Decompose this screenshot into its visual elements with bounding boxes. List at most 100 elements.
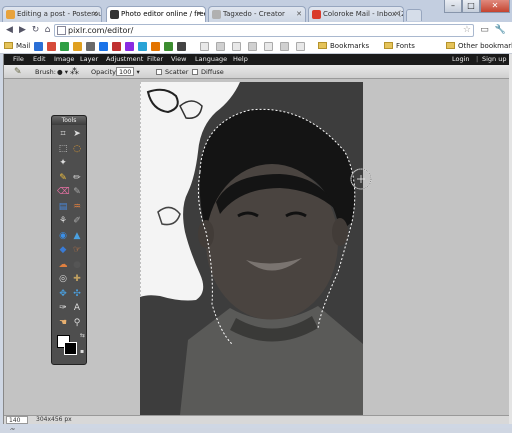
bookmark-site-icon[interactable]: [164, 42, 173, 51]
close-window-button[interactable]: ✕: [480, 0, 510, 13]
diffuse-checkbox[interactable]: Diffuse: [192, 65, 224, 79]
brush-icon[interactable]: ✏: [71, 172, 83, 184]
tools-panel: Tools ⇆ ▪ ⌗ ➤ ⬚ ◌ ✦ ✎ ✏ ⌫ ✎ ▤ ♒ ⚘ ✐ ◉ ▲ ◆ ☞ ☁ ● ◎ ✚ ✥ ✣ ✑ A ☚ ⚲: [51, 115, 87, 365]
type-icon[interactable]: A: [71, 302, 83, 314]
bookmark-site-icon[interactable]: [47, 42, 56, 51]
address-bar[interactable]: pixlr.com/editor/ ☆: [54, 24, 474, 37]
sharpen-icon[interactable]: ◆: [57, 244, 69, 256]
marquee-icon[interactable]: ⬚: [57, 143, 69, 155]
menu-view[interactable]: View: [171, 54, 186, 65]
tab-close-icon[interactable]: ✕: [296, 7, 302, 22]
replace-color-icon[interactable]: ✎: [71, 186, 83, 198]
bookmark-site-icon[interactable]: [60, 42, 69, 51]
clone-stamp-icon[interactable]: ⚘: [57, 215, 69, 227]
hand-icon[interactable]: ☚: [57, 317, 69, 329]
bookmark-star-icon[interactable]: [200, 42, 209, 51]
crop-icon[interactable]: ⌗: [57, 128, 69, 140]
brush-tool-icon: ✎: [14, 67, 22, 77]
tab-close-icon[interactable]: ✕: [92, 7, 98, 22]
tab-tagxedo[interactable]: Tagxedo - Creator ✕: [208, 6, 306, 23]
bookmark-star-icon[interactable]: [296, 42, 305, 51]
home-icon[interactable]: ⌂: [42, 25, 53, 36]
tab-label: Photo editor online / free...: [121, 10, 206, 18]
bookmark-star-icon[interactable]: [248, 42, 257, 51]
color-picker-icon[interactable]: ✑: [57, 302, 69, 314]
reset-colors-icon[interactable]: ▪: [80, 348, 84, 355]
bookmark-site-icon[interactable]: [151, 42, 160, 51]
login-link[interactable]: Login: [452, 54, 470, 65]
menu-image[interactable]: Image: [54, 54, 74, 65]
eraser-icon[interactable]: ⌫: [57, 186, 70, 198]
move-icon[interactable]: ➤: [71, 128, 83, 140]
bookmark-site-icon[interactable]: [34, 42, 43, 51]
other-bookmarks[interactable]: Other bookmarks: [446, 41, 512, 52]
tab-mail[interactable]: Coloroke Mail - Inbox (2) ... ✕: [308, 6, 404, 23]
red-eye-icon[interactable]: ◎: [57, 273, 69, 285]
zoom-icon[interactable]: ⚲: [71, 317, 83, 329]
tab-close-icon[interactable]: ✕: [196, 7, 202, 22]
bookmark-site-icon[interactable]: [125, 42, 134, 51]
reload-icon[interactable]: ↻: [30, 25, 41, 36]
bookmark-star-icon[interactable]: [232, 42, 241, 51]
menu-language[interactable]: Language: [195, 54, 227, 65]
opacity-label: Opacity:: [91, 68, 118, 76]
brush-preset-selector[interactable]: ● ▾: [57, 65, 68, 79]
opacity-field[interactable]: 100 ▾: [116, 65, 140, 79]
bookmark-site-icon[interactable]: [99, 42, 108, 51]
drawing-icon[interactable]: ◉: [57, 230, 69, 242]
blank-icon[interactable]: [71, 157, 83, 169]
gradient-icon[interactable]: ▤: [57, 201, 69, 213]
bookmark-star-icon[interactable]: [216, 42, 225, 51]
pixlr-editor: File Edit Image Layer Adjustment Filter …: [3, 54, 510, 432]
page-menu-icon[interactable]: ▭: [478, 24, 491, 37]
bookmark-site-icon[interactable]: [86, 42, 95, 51]
canvas-workspace[interactable]: Tools ⇆ ▪ ⌗ ➤ ⬚ ◌ ✦ ✎ ✏ ⌫ ✎ ▤ ♒ ⚘ ✐ ◉ ▲ ◆ ☞ ☁ ● ◎ ✚ ✥ ✣ ✑ A ☚ ⚲: [4, 79, 510, 415]
bookmark-star-icon[interactable]: [280, 42, 289, 51]
blur-icon[interactable]: ▲: [71, 230, 83, 242]
menu-help[interactable]: Help: [233, 54, 248, 65]
maximize-button[interactable]: □: [462, 0, 480, 13]
menu-file[interactable]: File: [13, 54, 24, 65]
tab-close-icon[interactable]: ✕: [394, 7, 400, 22]
smudge-icon[interactable]: ☞: [71, 244, 83, 256]
bloat-icon[interactable]: ✥: [57, 288, 69, 300]
menu-adjustment[interactable]: Adjustment: [106, 54, 143, 65]
sponge-icon[interactable]: ☁: [57, 259, 69, 271]
signup-link[interactable]: Sign up: [482, 54, 507, 65]
lasso-icon[interactable]: ◌: [71, 143, 83, 155]
zoom-field[interactable]: 140 %: [6, 416, 28, 432]
bookmark-label: Mail: [16, 42, 31, 50]
wrench-icon[interactable]: 🔧: [494, 24, 507, 37]
menu-filter[interactable]: Filter: [147, 54, 163, 65]
pencil-icon[interactable]: ✎: [57, 172, 69, 184]
bookmark-mail[interactable]: Mail: [4, 41, 30, 52]
image-dimensions: 304x456 px: [36, 416, 72, 423]
back-button[interactable]: ◀: [4, 25, 15, 36]
bookmark-site-icon[interactable]: [112, 42, 121, 51]
bookmark-bookmarks-folder[interactable]: Bookmarks: [318, 41, 369, 52]
bookmark-star-icon[interactable]: ☆: [463, 25, 471, 36]
tab-posterous[interactable]: Editing a post - Posterous ✕: [2, 6, 102, 23]
background-color-swatch[interactable]: [64, 342, 77, 355]
bookmark-site-icon[interactable]: [73, 42, 82, 51]
new-tab-button[interactable]: [406, 9, 422, 21]
minimize-button[interactable]: –: [444, 0, 462, 13]
photo-canvas[interactable]: [140, 82, 363, 415]
bookmark-star-icon[interactable]: [264, 42, 273, 51]
swap-colors-icon[interactable]: ⇆: [80, 332, 85, 339]
pixlr-favicon-icon: [110, 10, 119, 19]
spot-heal-icon[interactable]: ✚: [71, 273, 83, 285]
menu-layer[interactable]: Layer: [80, 54, 98, 65]
menu-edit[interactable]: Edit: [33, 54, 46, 65]
wand-icon[interactable]: ✦: [57, 157, 69, 169]
bookmark-site-icon[interactable]: [177, 42, 186, 51]
paint-bucket-icon[interactable]: ♒: [71, 201, 83, 213]
dodge-icon[interactable]: ●: [71, 259, 83, 271]
bookmark-site-icon[interactable]: [138, 42, 147, 51]
color-replace-icon[interactable]: ✐: [71, 215, 83, 227]
tool-options-bar: ✎ Brush: ● ▾ ⁂ Opacity: 100 ▾ Scatter Di…: [4, 65, 510, 79]
forward-button[interactable]: ▶: [17, 25, 28, 36]
pinch-icon[interactable]: ✣: [71, 288, 83, 300]
scatter-checkbox[interactable]: Scatter: [156, 65, 188, 79]
bookmark-fonts-folder[interactable]: Fonts: [384, 41, 415, 52]
